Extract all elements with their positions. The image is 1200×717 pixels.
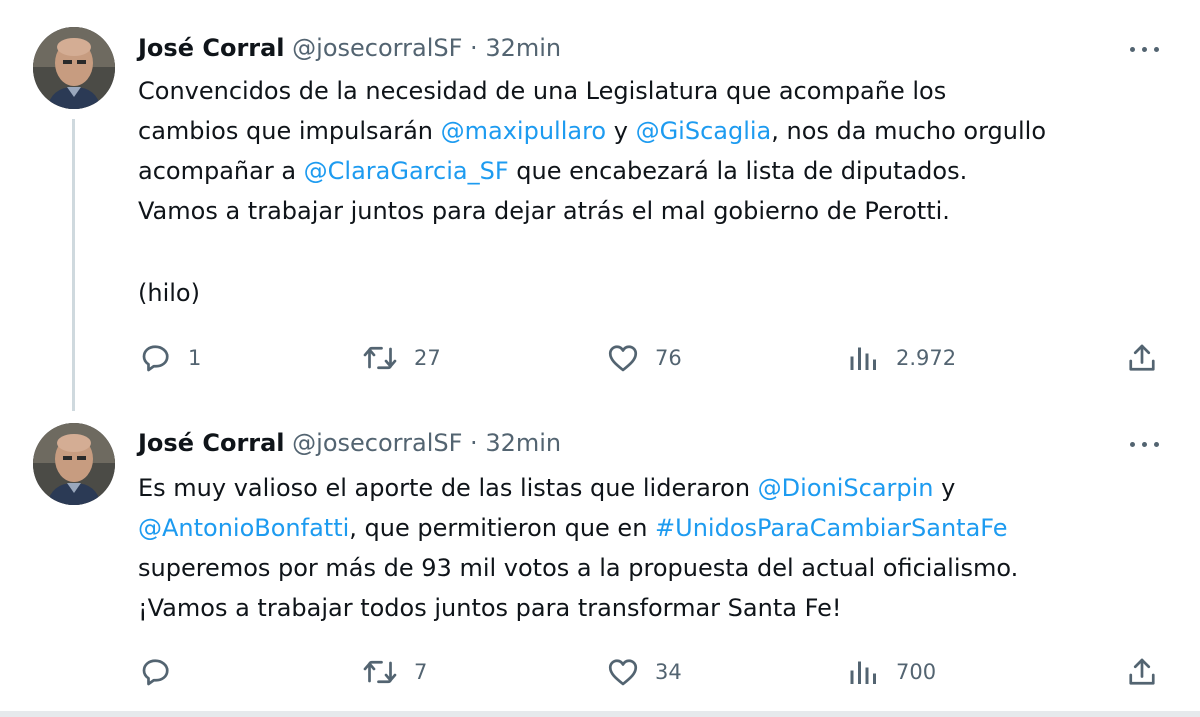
tweet-header: José Corral @josecorralSF · 32min xyxy=(138,33,561,63)
tweet-text: Convencidos de la necesidad de una Legis… xyxy=(138,71,1178,313)
view-count: 700 xyxy=(896,660,937,684)
like-button[interactable]: 76 xyxy=(605,338,682,378)
author-handle[interactable]: @josecorralSF xyxy=(292,34,462,62)
text-segment: , nos da mucho orgullo xyxy=(771,117,1047,145)
text-segment: acompañar a xyxy=(138,157,304,185)
tweet[interactable]: José Corral @josecorralSF · 32min Es muy… xyxy=(0,405,1200,705)
tweet-text-line: ¡Vamos a trabajar todos juntos para tran… xyxy=(138,594,842,622)
mention-link[interactable]: @maxipullaro xyxy=(441,117,606,145)
more-dots-icon xyxy=(1154,442,1159,447)
text-segment: , que permitieron que en xyxy=(349,514,656,542)
header-separator: · xyxy=(470,429,478,457)
tweet-text-line: (hilo) xyxy=(138,279,200,307)
tweet-text-line: Vamos a trabajar juntos para dejar atrás… xyxy=(138,197,950,225)
more-options-button[interactable] xyxy=(1126,429,1162,459)
like-button[interactable]: 34 xyxy=(605,652,682,692)
views-button[interactable]: 700 xyxy=(846,652,936,692)
mention-link[interactable]: @DioniScarpin xyxy=(758,474,934,502)
text-segment: y xyxy=(606,117,636,145)
retweet-button[interactable]: 7 xyxy=(360,652,427,692)
tweet-text-line: acompañar a @ClaraGarcia_SF que encabeza… xyxy=(138,151,1178,191)
tweet-header: José Corral @josecorralSF · 32min xyxy=(138,428,561,458)
author-name[interactable]: José Corral xyxy=(138,429,285,457)
header-separator: · xyxy=(470,34,478,62)
author-handle[interactable]: @josecorralSF xyxy=(292,429,462,457)
more-dots-icon xyxy=(1154,47,1159,52)
more-dots-icon xyxy=(1142,442,1147,447)
mention-link[interactable]: @AntonioBonfatti xyxy=(138,514,349,542)
mention-link[interactable]: @ClaraGarcia_SF xyxy=(304,157,509,185)
tweet-thread: José Corral @josecorralSF · 32min Conven… xyxy=(0,0,1200,717)
tweet-actions: 7 34 700 xyxy=(138,652,1178,692)
retweet-icon xyxy=(363,660,397,684)
more-dots-icon xyxy=(1130,47,1135,52)
reply-button[interactable] xyxy=(138,652,174,692)
text-segment: y xyxy=(933,474,956,502)
reply-icon xyxy=(142,659,169,686)
tweet-timestamp[interactable]: 32min xyxy=(485,34,561,62)
mention-link[interactable]: @GiScaglia xyxy=(636,117,772,145)
views-button[interactable]: 2.972 xyxy=(846,338,956,378)
avatar[interactable] xyxy=(33,27,115,109)
reply-icon xyxy=(142,345,169,372)
tweet-text-line: Es muy valioso el aporte de las listas q… xyxy=(138,468,1178,508)
text-segment: que encabezará la lista de diputados. xyxy=(508,157,968,185)
share-button[interactable] xyxy=(1124,338,1160,378)
like-count: 34 xyxy=(655,660,682,684)
text-segment: cambios que impulsarán xyxy=(138,117,441,145)
reply-button[interactable]: 1 xyxy=(138,338,201,378)
reply-count: 1 xyxy=(188,346,202,370)
tweet[interactable]: José Corral @josecorralSF · 32min Conven… xyxy=(0,0,1200,411)
tweet-text: Es muy valioso el aporte de las listas q… xyxy=(138,468,1178,628)
more-options-button[interactable] xyxy=(1126,34,1162,64)
heart-icon xyxy=(608,659,638,686)
share-button[interactable] xyxy=(1124,652,1160,692)
retweet-button[interactable]: 27 xyxy=(360,338,441,378)
thread-connector-line xyxy=(72,119,75,411)
retweet-count: 27 xyxy=(414,346,441,370)
bottom-divider xyxy=(0,711,1200,717)
author-name[interactable]: José Corral xyxy=(138,34,285,62)
share-icon xyxy=(1129,344,1155,371)
hashtag-link[interactable]: #UnidosParaCambiarSantaFe xyxy=(655,514,1008,542)
more-dots-icon xyxy=(1130,442,1135,447)
like-count: 76 xyxy=(655,346,682,370)
more-dots-icon xyxy=(1142,47,1147,52)
retweet-icon xyxy=(363,346,397,370)
share-icon xyxy=(1129,658,1155,685)
tweet-text-line: Convencidos de la necesidad de una Legis… xyxy=(138,77,947,105)
tweet-text-line: cambios que impulsarán @maxipullaro y @G… xyxy=(138,111,1178,151)
tweet-timestamp[interactable]: 32min xyxy=(485,429,561,457)
text-segment: Es muy valioso el aporte de las listas q… xyxy=(138,474,758,502)
heart-icon xyxy=(608,345,638,372)
tweet-text-line: @AntonioBonfatti, que permitieron que en… xyxy=(138,508,1178,548)
tweet-text-line: superemos por más de 93 mil votos a la p… xyxy=(138,554,1019,582)
avatar[interactable] xyxy=(33,423,115,505)
tweet-actions: 1 27 76 2.972 xyxy=(138,338,1178,378)
views-chart-icon xyxy=(850,661,876,684)
retweet-count: 7 xyxy=(414,660,428,684)
view-count: 2.972 xyxy=(896,346,957,370)
views-chart-icon xyxy=(850,347,876,370)
